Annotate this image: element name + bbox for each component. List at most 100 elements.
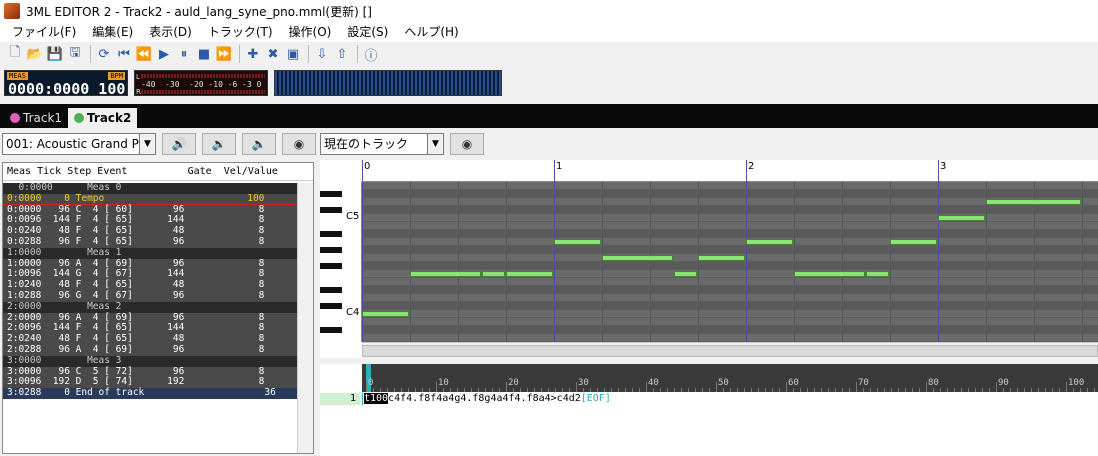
tab-track1[interactable]: Track1 xyxy=(4,108,68,128)
open-icon: 📂 xyxy=(26,46,44,62)
open-button[interactable]: 📂 xyxy=(26,45,44,63)
solo-button[interactable]: 🔉 xyxy=(202,133,236,155)
note[interactable] xyxy=(362,311,409,317)
track-select-value: 現在のトラック xyxy=(324,137,409,151)
save-button[interactable]: 💾 xyxy=(46,45,64,63)
menu-item[interactable]: 表示(D) xyxy=(141,22,200,42)
track-props-button[interactable]: ▣ xyxy=(284,45,302,63)
menu-item[interactable]: 設定(S) xyxy=(339,22,396,42)
title-bar: 3ML EDITOR 2 - Track2 - auld_lang_syne_p… xyxy=(0,0,1098,22)
menu-item[interactable]: 編集(E) xyxy=(84,22,141,42)
black-key[interactable] xyxy=(320,231,342,237)
note[interactable] xyxy=(554,239,601,245)
note[interactable] xyxy=(866,271,889,277)
black-key[interactable] xyxy=(320,287,342,293)
rewind-button[interactable]: ⏪ xyxy=(135,45,153,63)
event-row[interactable]: 3:0000 Meas 3 xyxy=(3,355,299,367)
event-list-scrollbar[interactable] xyxy=(297,183,313,453)
piano-roll-hscroll[interactable] xyxy=(362,342,1098,358)
column-tick xyxy=(401,388,402,392)
import-button[interactable]: ⇩ xyxy=(313,45,331,63)
rewind-start-button[interactable]: ⏮ xyxy=(115,45,133,63)
column-tick xyxy=(562,388,563,392)
measure-line xyxy=(746,182,747,342)
column-tick xyxy=(702,388,703,392)
view-button[interactable]: ◉ xyxy=(450,133,484,155)
note[interactable] xyxy=(746,239,793,245)
window-title: 3ML EDITOR 2 - Track2 - auld_lang_syne_p… xyxy=(26,4,372,19)
black-key[interactable] xyxy=(320,247,342,253)
forward-icon: ⏩ xyxy=(215,46,233,62)
tab-track2[interactable]: Track2 xyxy=(68,108,138,128)
event-row[interactable]: 1:0000 Meas 1 xyxy=(3,247,299,259)
app-icon xyxy=(4,3,20,19)
column-number: 40 xyxy=(648,378,659,388)
column-tick xyxy=(443,388,444,392)
column-tick xyxy=(786,382,787,392)
event-row[interactable]: 2:0000 Meas 2 xyxy=(3,301,299,313)
pitch-row xyxy=(362,230,1098,238)
monitor-button[interactable]: ◉ xyxy=(282,133,316,155)
column-tick xyxy=(765,388,766,392)
column-tick xyxy=(534,388,535,392)
track-select[interactable]: 現在のトラック ▼ xyxy=(320,133,444,155)
column-tick xyxy=(478,388,479,392)
beat-line xyxy=(890,182,891,342)
vu-left-label: L xyxy=(136,73,140,81)
piano-roll-grid[interactable] xyxy=(362,182,1098,342)
column-tick xyxy=(730,388,731,392)
note[interactable] xyxy=(938,215,985,221)
save-all-button[interactable]: 🖫 xyxy=(66,45,84,63)
note[interactable] xyxy=(794,271,865,277)
black-key[interactable] xyxy=(320,191,342,197)
note[interactable] xyxy=(506,271,553,277)
refresh-button[interactable]: ⟳ xyxy=(95,45,113,63)
pitch-row xyxy=(362,190,1098,198)
black-key[interactable] xyxy=(320,327,342,333)
column-tick xyxy=(737,388,738,392)
toolbar-separator xyxy=(90,45,91,63)
black-key[interactable] xyxy=(320,207,342,213)
black-key[interactable] xyxy=(320,303,342,309)
new-button[interactable]: 🗋 xyxy=(6,45,24,63)
delete-track-button[interactable]: ✖ xyxy=(264,45,282,63)
speaker-button[interactable]: 🔊 xyxy=(162,133,196,155)
info-button[interactable]: ⓘ xyxy=(362,45,380,64)
column-tick xyxy=(870,388,871,392)
piano-keyboard[interactable]: C5 C4 xyxy=(320,182,362,342)
menu-item[interactable]: ヘルプ(H) xyxy=(396,22,466,42)
piano-roll-ruler[interactable]: 0 1 2 3 xyxy=(362,160,1098,182)
play-button[interactable]: ▶ xyxy=(155,45,173,63)
menu-item[interactable]: 操作(O) xyxy=(281,22,340,42)
note[interactable] xyxy=(482,271,505,277)
menu-item[interactable]: ファイル(F) xyxy=(4,22,84,42)
forward-button[interactable]: ⏩ xyxy=(215,45,233,63)
pause-button[interactable]: ⏸ xyxy=(175,45,193,63)
instrument-select[interactable]: 001: Acoustic Grand Pia ▼ xyxy=(2,133,156,155)
note[interactable] xyxy=(698,255,745,261)
rewind-icon: ⏪ xyxy=(135,46,153,62)
export-button[interactable]: ⇧ xyxy=(333,45,351,63)
note[interactable] xyxy=(674,271,697,277)
stop-button[interactable]: ■ xyxy=(195,45,213,63)
note[interactable] xyxy=(986,199,1081,205)
note[interactable] xyxy=(602,255,673,261)
mml-text[interactable]: t100c4f4.f8f4a4g4.f8g4a4f4.f8a4>c4d2[EOF… xyxy=(362,393,611,405)
column-tick xyxy=(604,388,605,392)
beat-line xyxy=(1082,182,1083,342)
pitch-row xyxy=(362,222,1098,230)
mute-button[interactable]: 🔈 xyxy=(242,133,276,155)
pitch-row xyxy=(362,278,1098,286)
menu-item[interactable]: トラック(T) xyxy=(200,22,281,42)
note[interactable] xyxy=(410,271,481,277)
event-row[interactable]: 3:0288 0 End of track 36 xyxy=(3,387,299,399)
black-key[interactable] xyxy=(320,263,342,269)
event-row[interactable]: 0:0000 0 Tempo 100 xyxy=(3,193,299,205)
column-tick xyxy=(891,388,892,392)
column-tick xyxy=(933,388,934,392)
note[interactable] xyxy=(890,239,937,245)
track-icon xyxy=(10,113,20,123)
add-track-button[interactable]: ✚ xyxy=(244,45,262,63)
scroll-thumb[interactable] xyxy=(362,345,1098,357)
measure-line xyxy=(938,182,939,342)
